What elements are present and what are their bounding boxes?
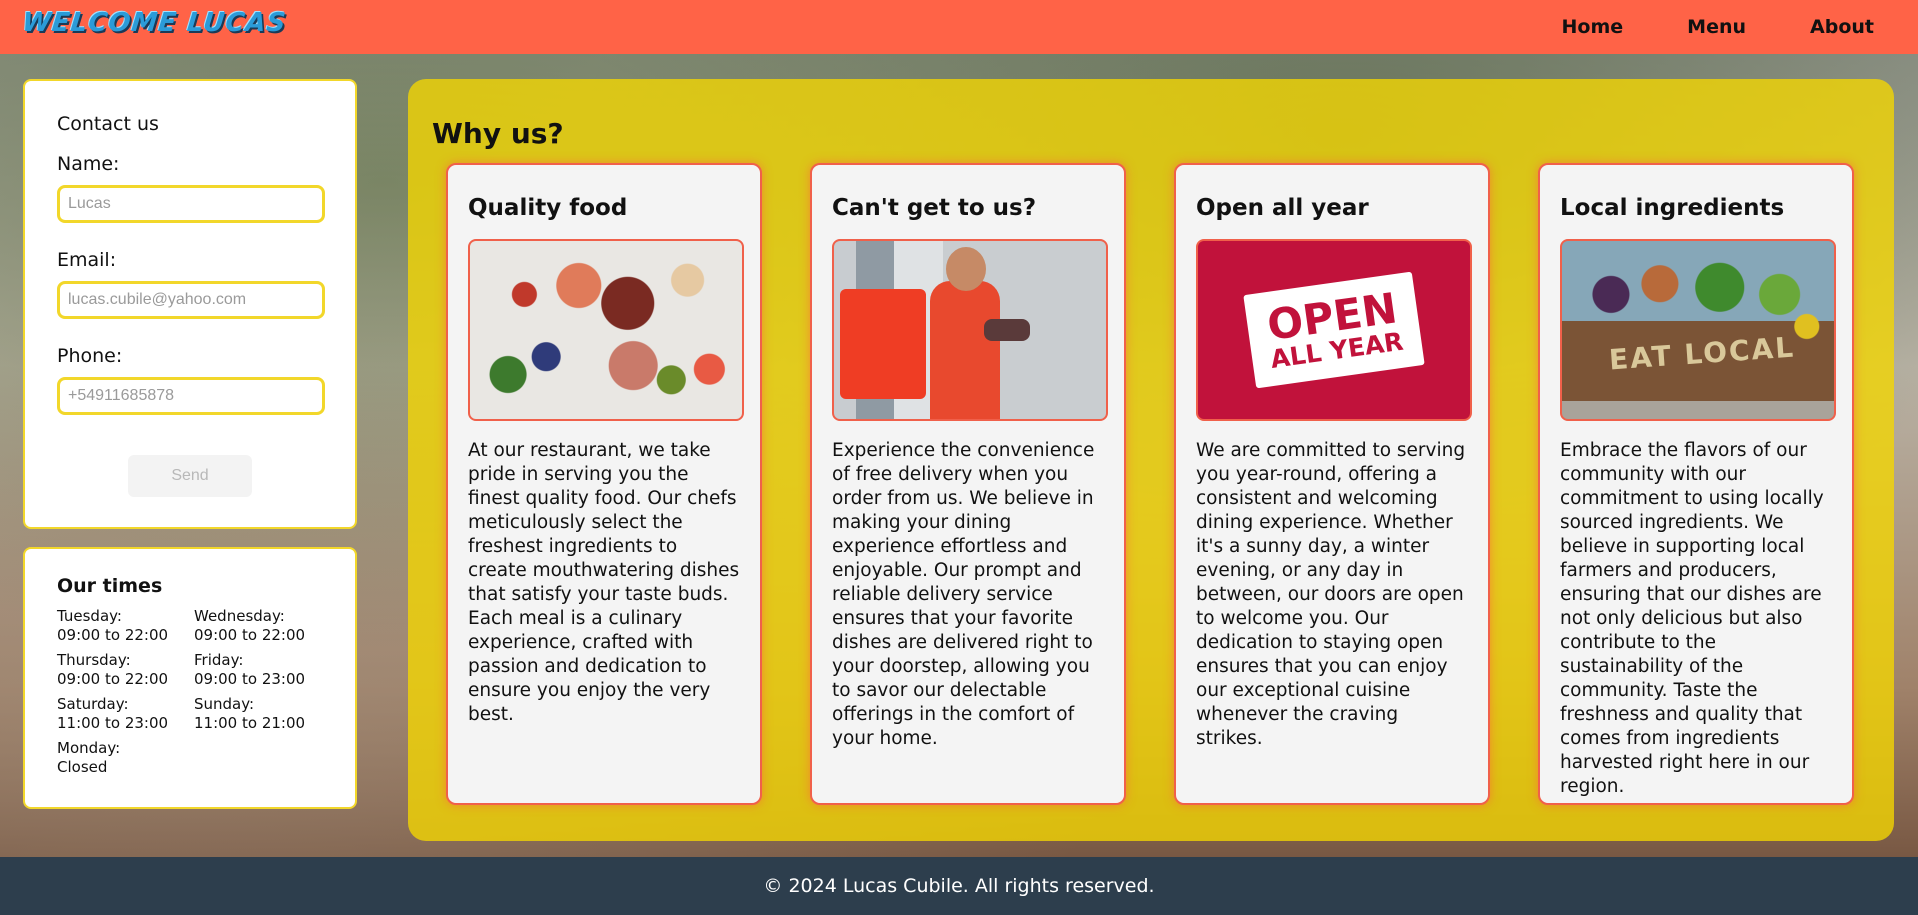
why-us-title: Why us?	[432, 117, 564, 150]
day-entry-sunday: Sunday: 11:00 to 21:00	[194, 695, 331, 733]
day-hours: 11:00 to 23:00	[57, 714, 169, 732]
name-field[interactable]	[57, 185, 325, 223]
phone-label: Phone:	[57, 345, 123, 367]
card-title: Quality food	[468, 195, 628, 221]
email-label: Email:	[57, 249, 117, 271]
day-entry-wednesday: Wednesday: 09:00 to 22:00	[194, 607, 331, 645]
day-hours: Closed	[57, 758, 108, 776]
day-hours: 09:00 to 22:00	[57, 670, 169, 688]
feature-card-delivery: Can't get to us? Experience the convenie…	[810, 163, 1126, 805]
day-name: Tuesday:	[57, 607, 122, 625]
card-text: Embrace the flavors of our community wit…	[1560, 440, 1824, 797]
feature-card-local-ingredients: Local ingredients EAT LOCAL Embrace the …	[1538, 163, 1854, 805]
send-button[interactable]: Send	[128, 455, 252, 497]
phone-field[interactable]	[57, 377, 325, 415]
name-label: Name:	[57, 153, 120, 175]
card-title: Can't get to us?	[832, 195, 1037, 221]
day-name: Friday:	[194, 651, 244, 669]
nav-about-link[interactable]: About	[1810, 16, 1874, 38]
card-text: We are committed to serving you year-rou…	[1196, 440, 1466, 749]
open-all-year-image: OPEN ALL YEAR	[1196, 239, 1472, 421]
fresh-ingredients-image	[468, 239, 744, 421]
day-entry-friday: Friday: 09:00 to 23:00	[194, 651, 331, 689]
nav-home-link[interactable]: Home	[1562, 16, 1624, 38]
card-text: Experience the convenience of free deliv…	[832, 440, 1095, 749]
feature-card-quality-food: Quality food At our restaurant, we take …	[446, 163, 762, 805]
day-name: Monday:	[57, 739, 121, 757]
day-entry-monday: Monday: Closed	[57, 739, 194, 777]
day-name: Thursday:	[57, 651, 131, 669]
day-hours: 09:00 to 22:00	[57, 626, 169, 644]
nav-menu-link[interactable]: Menu	[1687, 16, 1746, 38]
site-footer: © 2024 Lucas Cubile. All rights reserved…	[0, 857, 1918, 915]
contact-title: Contact us	[57, 113, 159, 135]
day-entry-saturday: Saturday: 11:00 to 23:00	[57, 695, 194, 733]
contact-form-card: Contact us Name: Email: Phone: Send	[23, 79, 357, 529]
card-title: Local ingredients	[1560, 195, 1785, 221]
card-title: Open all year	[1196, 195, 1369, 221]
courier-body-shape	[930, 281, 1000, 419]
eat-local-image: EAT LOCAL	[1560, 239, 1836, 421]
day-name: Sunday:	[194, 695, 255, 713]
day-hours: 11:00 to 21:00	[194, 714, 306, 732]
day-entry-tuesday: Tuesday: 09:00 to 22:00	[57, 607, 194, 645]
day-hours: 09:00 to 23:00	[194, 670, 306, 688]
opening-times-card: Our times Tuesday: 09:00 to 22:00 Wednes…	[23, 547, 357, 809]
day-name: Saturday:	[57, 695, 129, 713]
day-entry-thursday: Thursday: 09:00 to 22:00	[57, 651, 194, 689]
delivery-courier-image	[832, 239, 1108, 421]
day-name: Wednesday:	[194, 607, 285, 625]
site-header: WELCOME LUCAS Home Menu About	[0, 0, 1918, 54]
times-grid: Tuesday: 09:00 to 22:00 Wednesday: 09:00…	[57, 607, 323, 777]
times-title: Our times	[57, 575, 163, 597]
email-field[interactable]	[57, 281, 325, 319]
crate-label: EAT LOCAL	[1607, 330, 1797, 377]
courier-phone-shape	[984, 319, 1030, 341]
card-text: At our restaurant, we take pride in serv…	[468, 440, 740, 725]
courier-head-shape	[946, 247, 986, 291]
copyright-text: © 2024 Lucas Cubile. All rights reserved…	[763, 875, 1155, 897]
delivery-bag-shape	[840, 289, 926, 399]
day-hours: 09:00 to 22:00	[194, 626, 306, 644]
feature-card-open-all-year: Open all year OPEN ALL YEAR We are commi…	[1174, 163, 1490, 805]
site-logo[interactable]: WELCOME LUCAS	[20, 8, 288, 44]
why-us-panel: Why us? Quality food At our restaurant, …	[408, 79, 1894, 841]
open-sign: OPEN ALL YEAR	[1243, 271, 1425, 389]
main-nav: Home Menu About	[1498, 0, 1874, 54]
